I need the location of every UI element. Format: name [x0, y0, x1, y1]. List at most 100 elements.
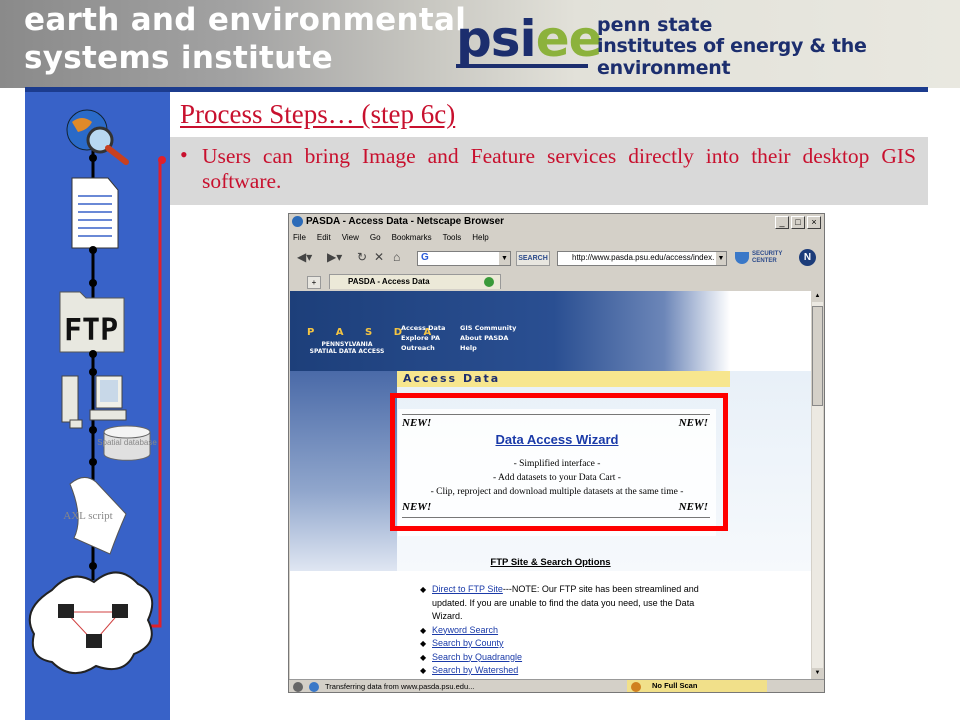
status-icon — [293, 682, 303, 692]
shield-icon[interactable] — [735, 252, 749, 264]
bullet-diamond-icon: ◆ — [420, 666, 427, 675]
maximize-button[interactable]: □ — [791, 216, 805, 229]
menu-edit[interactable]: Edit — [317, 233, 331, 242]
browser-toolbar: ◀▾ ▶▾ ↻ ✕ ⌂ G ▼ SEARCH http://www.pasda.… — [289, 246, 824, 270]
red-dot-top — [158, 156, 166, 164]
browser-window-title: PASDA - Access Data - Netscape Browser — [306, 216, 505, 227]
stop-icon[interactable]: ✕ — [374, 250, 384, 264]
logo-text-line1: penn state — [597, 14, 713, 36]
menu-bookmarks[interactable]: Bookmarks — [392, 233, 432, 242]
list-item: ◆ Search by County — [420, 637, 720, 651]
scroll-down-icon[interactable]: ▼ — [812, 668, 823, 679]
nav-access-data[interactable]: Access Data — [401, 323, 445, 333]
home-icon[interactable]: ⌂ — [393, 250, 400, 264]
node-dot — [89, 368, 97, 376]
tab-pasda-access-data[interactable]: PASDA - Access Data — [329, 274, 501, 289]
nav-help[interactable]: Help — [460, 343, 516, 353]
nav-outreach[interactable]: Outreach — [401, 343, 445, 353]
institute-title-line1: earth and environmental — [24, 2, 467, 38]
scroll-thumb[interactable] — [812, 306, 823, 406]
google-icon: G — [421, 252, 429, 263]
bullet-marker: • — [180, 142, 188, 167]
menu-go[interactable]: Go — [370, 233, 381, 242]
list-item: ◆ Direct to FTP Site---NOTE: Our FTP sit… — [420, 583, 720, 624]
status-text: Transferring data from www.pasda.psu.edu… — [325, 682, 475, 691]
database-label: Spatial database — [97, 438, 157, 447]
ftp-options-heading: FTP Site & Search Options — [490, 557, 611, 568]
netscape-logo-icon: N — [799, 249, 816, 266]
search-engine-input[interactable]: G ▼ — [417, 251, 511, 266]
logo-ee: ee — [535, 10, 603, 68]
browser-app-icon — [292, 216, 303, 227]
ftp-folder-icon: FTP — [59, 291, 125, 353]
close-button[interactable]: × — [807, 216, 821, 229]
menu-file[interactable]: File — [293, 233, 306, 242]
access-data-heading: Access Data — [403, 372, 501, 385]
network-cloud-icon — [28, 571, 154, 674]
nav-gis-community[interactable]: GIS Community — [460, 323, 516, 333]
psiee-logo: psiee — [456, 14, 603, 64]
pasda-subtitle: PENNSYLVANIA SPATIAL DATA ACCESS — [309, 341, 385, 355]
new-tab-button[interactable]: + — [307, 276, 321, 289]
node-dot — [89, 562, 97, 570]
menu-tools[interactable]: Tools — [443, 233, 462, 242]
institute-title-line2: systems institute — [24, 40, 333, 76]
search-quadrangle-link[interactable]: Search by Quadrangle — [432, 652, 522, 662]
globe-search-icon — [66, 109, 129, 165]
browser-titlebar: PASDA - Access Data - Netscape Browser _… — [289, 214, 824, 231]
back-arrow-icon[interactable]: ◀▾ — [297, 250, 312, 264]
ftp-options-list: ◆ Direct to FTP Site---NOTE: Our FTP sit… — [420, 583, 720, 678]
node-dot — [89, 426, 97, 434]
url-input[interactable]: http://www.pasda.psu.edu/access/index. ▼ — [557, 251, 727, 266]
node-dot — [89, 246, 97, 254]
reload-icon[interactable]: ↻ — [357, 250, 367, 264]
url-dropdown-icon[interactable]: ▼ — [716, 252, 726, 265]
script-icon: AXL script — [63, 477, 127, 555]
scroll-up-icon[interactable]: ▲ — [812, 291, 823, 302]
scan-icon — [631, 682, 641, 692]
bullet-diamond-icon: ◆ — [420, 585, 427, 594]
keyword-search-link[interactable]: Keyword Search — [432, 625, 498, 635]
nav-explore-pa[interactable]: Explore PA — [401, 333, 445, 343]
forward-arrow-icon[interactable]: ▶▾ — [327, 250, 342, 264]
status-security-icon — [309, 682, 319, 692]
browser-statusbar: Transferring data from www.pasda.psu.edu… — [289, 679, 824, 692]
url-text: http://www.pasda.psu.edu/access/index. — [572, 253, 715, 262]
document-icon — [71, 177, 119, 249]
menu-help[interactable]: Help — [472, 233, 488, 242]
scan-status-text: No Full Scan — [652, 681, 698, 690]
menu-view[interactable]: View — [342, 233, 359, 242]
browser-menubar: File Edit View Go Bookmarks Tools Help — [293, 233, 489, 242]
bullet-diamond-icon: ◆ — [420, 652, 427, 662]
logo-underline — [456, 64, 588, 68]
logo-text-line2: institutes of energy & the environment — [597, 35, 867, 79]
slide-title: Process Steps… (step 6c) — [180, 99, 456, 129]
banner-left-strip — [290, 371, 397, 571]
header-banner: earth and environmental systems institut… — [0, 0, 960, 88]
search-county-link[interactable]: Search by County — [432, 638, 504, 648]
ftp-label: FTP — [64, 313, 118, 348]
list-item: ◆ Search by Quadrangle — [420, 651, 720, 665]
database-icon: Spatial database — [97, 425, 157, 461]
process-diagram: FTP Spatial database AXL script — [28, 109, 166, 674]
bullet-text: Users can bring Image and Feature servic… — [202, 144, 916, 193]
vertical-scrollbar[interactable]: ▲ ▼ — [812, 291, 823, 679]
security-center-link[interactable]: SECURITY CENTER — [752, 251, 794, 265]
bullet-diamond-icon: ◆ — [420, 639, 427, 648]
search-button[interactable]: SEARCH — [516, 251, 550, 266]
chevron-down-icon[interactable]: ▼ — [499, 252, 510, 265]
red-connector-line — [145, 160, 162, 628]
browser-tabbar: + PASDA - Access Data — [289, 272, 824, 290]
access-data-heading-bar: Access Data — [397, 371, 730, 387]
direct-ftp-link[interactable]: Direct to FTP Site — [432, 584, 503, 594]
node-dot — [89, 458, 97, 466]
minimize-button[interactable]: _ — [775, 216, 789, 229]
tab-label: PASDA - Access Data — [348, 277, 430, 286]
node-dot — [89, 350, 97, 358]
nav-about-pasda[interactable]: About PASDA — [460, 333, 516, 343]
list-item: ◆ Keyword Search — [420, 624, 720, 638]
search-watershed-link[interactable]: Search by Watershed — [432, 665, 518, 675]
list-item: ◆ Search by Watershed — [420, 664, 720, 678]
logo-ps: psi — [456, 10, 537, 68]
node-dot — [89, 154, 97, 162]
